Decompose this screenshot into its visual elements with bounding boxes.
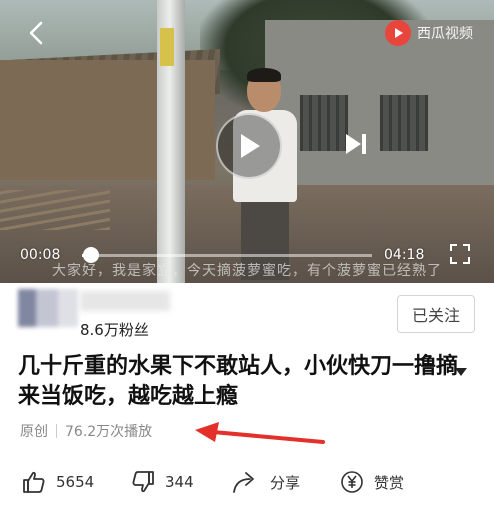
video-meta: 原创 76.2万次播放 <box>20 421 152 441</box>
play-count: 76.2万次播放 <box>65 424 153 440</box>
reward-button[interactable]: 赞赏 <box>340 470 404 494</box>
thumbs-up-icon <box>22 470 46 494</box>
share-button[interactable]: 分享 <box>232 470 300 494</box>
current-time: 00:08 <box>20 247 61 263</box>
fullscreen-icon[interactable] <box>450 244 470 264</box>
yen-coin-icon <box>340 470 364 494</box>
video-title: 几十斤重的水果下不敢站人，小伙快刀一撸摘来当饭吃，越吃越上瘾 <box>18 354 459 409</box>
thumbs-down-icon <box>131 470 155 494</box>
next-video-icon[interactable] <box>343 131 369 157</box>
total-time: 04:18 <box>384 247 425 263</box>
share-arrow-icon <box>232 470 260 494</box>
brand-name: 西瓜视频 <box>417 26 473 42</box>
video-subtitle: 大家好，我是家立，今天摘菠萝蜜吃，有个菠萝蜜已经熟了 <box>52 263 442 279</box>
avatar[interactable] <box>18 289 78 327</box>
meta-divider <box>56 424 57 438</box>
dislike-button[interactable]: 344 <box>131 470 194 494</box>
author-name-blurred[interactable] <box>80 291 170 311</box>
progress-knob[interactable] <box>82 247 99 263</box>
dislike-count: 344 <box>165 473 194 491</box>
back-icon[interactable] <box>24 20 50 46</box>
like-button[interactable]: 5654 <box>22 470 94 494</box>
fans-count: 8.6万粉丝 <box>80 321 149 339</box>
progress-bar[interactable] <box>82 247 372 263</box>
like-count: 5654 <box>56 473 95 491</box>
action-bar: 5654 344 分享 赞赏 <box>0 462 494 506</box>
play-logo-icon <box>385 20 411 46</box>
original-tag: 原创 <box>20 424 48 440</box>
brand-logo: 西瓜视频 <box>385 20 473 46</box>
reward-label: 赞赏 <box>374 473 405 492</box>
video-player[interactable]: 西瓜视频 大家好，我是家立，今天摘菠萝蜜吃，有个菠萝蜜已经熟了 00:08 04… <box>0 0 494 283</box>
annotation-arrow <box>195 422 325 444</box>
author-row: 8.6万粉丝 已关注 <box>0 283 494 345</box>
follow-button[interactable]: 已关注 <box>397 295 475 333</box>
share-label: 分享 <box>270 473 301 492</box>
expand-dropdown-icon[interactable] <box>454 362 468 376</box>
play-button[interactable] <box>216 113 282 179</box>
